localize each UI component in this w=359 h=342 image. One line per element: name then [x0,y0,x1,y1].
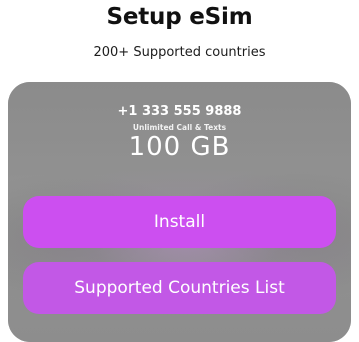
esim-plan-card: +1 333 555 9888 Unlimited Call & Texts 1… [8,82,351,342]
plan-description: Unlimited Call & Texts [132,123,227,132]
phone-number: +1 333 555 9888 [117,104,242,119]
install-button[interactable]: Install [23,196,336,248]
supported-countries-button-label: Supported Countries List [74,278,285,298]
install-button-label: Install [153,212,206,232]
page-title: Setup eSim [106,4,253,30]
data-amount: 100 GB [128,132,231,162]
page-subtitle: 200+ Supported countries [93,45,266,60]
supported-countries-button[interactable]: Supported Countries List [23,262,336,314]
